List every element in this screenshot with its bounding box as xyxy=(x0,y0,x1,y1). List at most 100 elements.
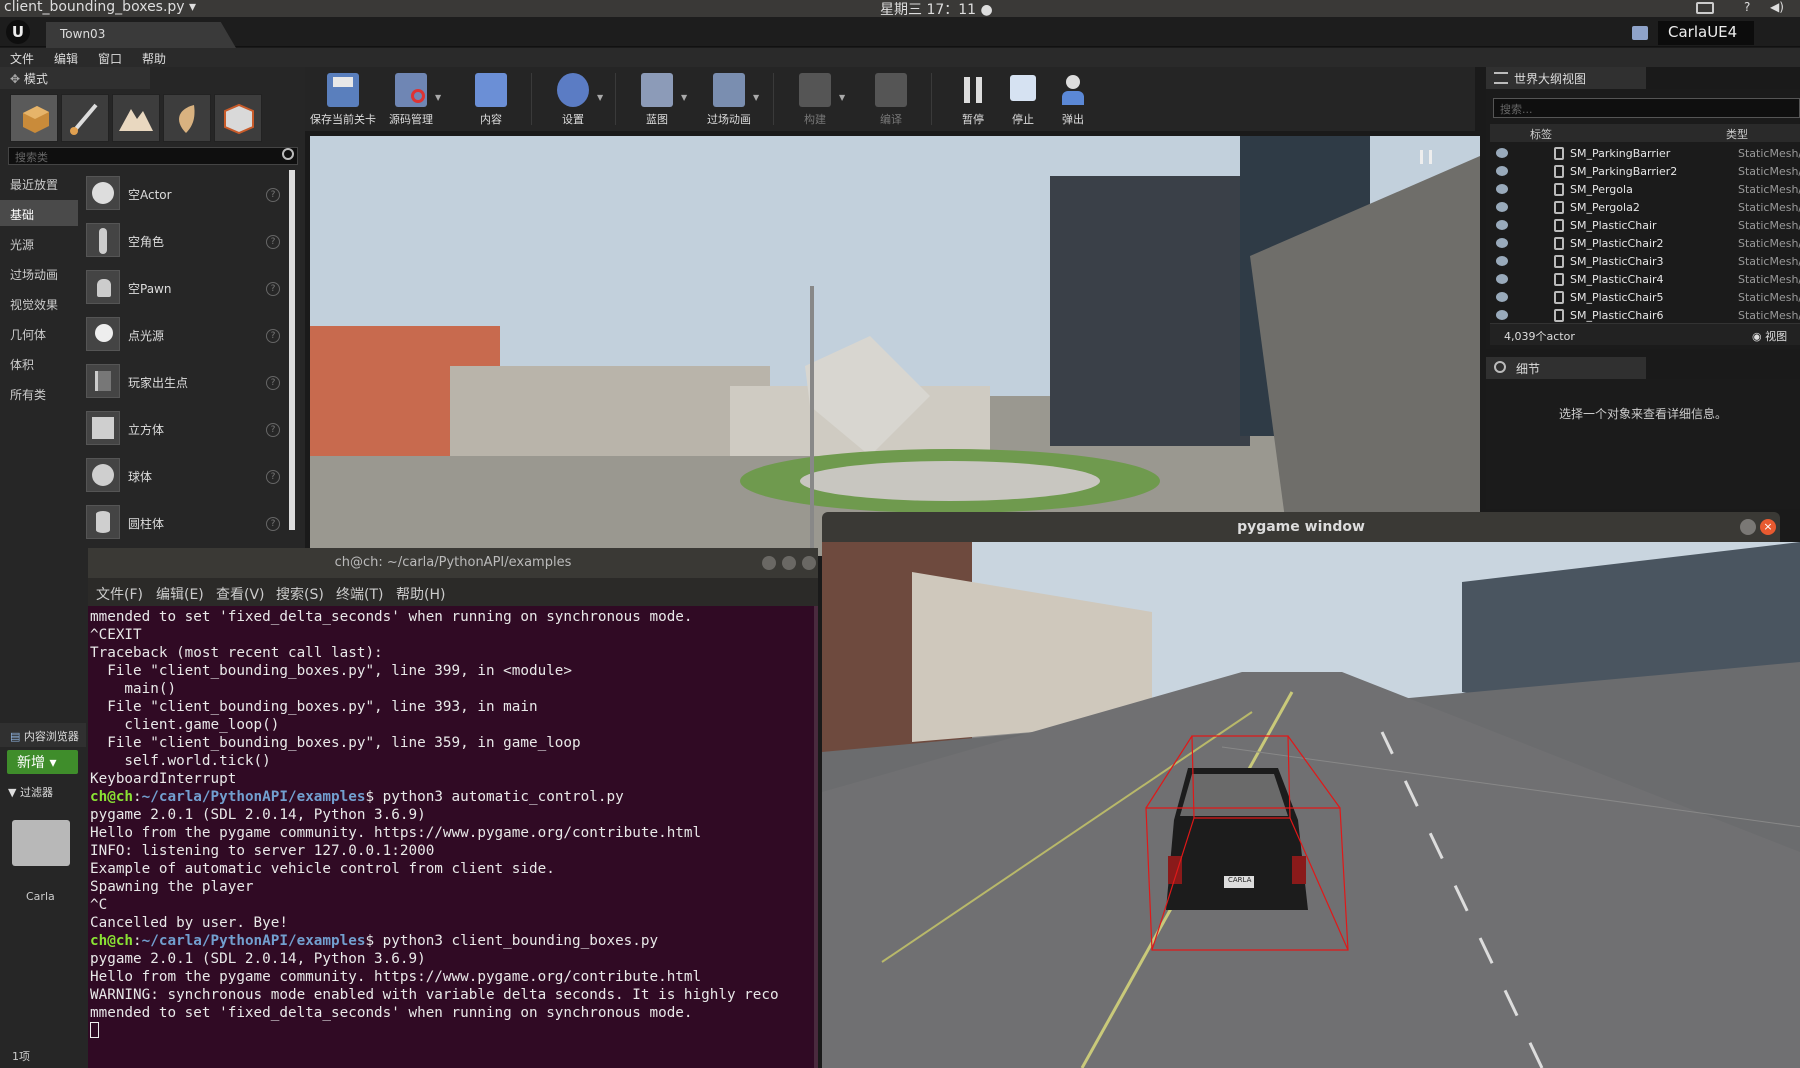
place-mode-button[interactable] xyxy=(10,94,58,142)
category-geometry[interactable]: 几何体 xyxy=(0,320,78,346)
eject-button[interactable]: 弹出 xyxy=(1037,67,1109,131)
place-item-cylinder[interactable]: 圆柱体 ? xyxy=(84,501,284,545)
outliner-row[interactable]: SM_Pergola2 StaticMesh/ xyxy=(1492,199,1800,217)
save-level-button[interactable]: 保存当前关卡 xyxy=(307,67,379,131)
help-icon[interactable]: ? xyxy=(266,376,280,390)
terminal-menu-edit[interactable]: 编辑(E) xyxy=(156,584,204,604)
volume-icon[interactable]: ◀) xyxy=(1770,0,1784,14)
category-basic[interactable]: 基础 xyxy=(0,200,78,226)
place-search-input[interactable]: 搜索类 xyxy=(8,147,298,165)
source-control-icon[interactable] xyxy=(1632,26,1648,40)
menu-edit[interactable]: 编辑 xyxy=(54,50,78,67)
level-viewport[interactable] xyxy=(310,136,1480,556)
compile-button[interactable]: 编译 xyxy=(855,67,927,131)
help-icon[interactable]: ? xyxy=(266,423,280,437)
category-visual-effects[interactable]: 视觉效果 xyxy=(0,290,78,316)
category-cinematic[interactable]: 过场动画 xyxy=(0,260,78,286)
close-icon[interactable]: × xyxy=(1760,519,1776,535)
visibility-eye-icon[interactable] xyxy=(1496,256,1508,266)
terminal-menu-view[interactable]: 查看(V) xyxy=(216,584,265,604)
visibility-eye-icon[interactable] xyxy=(1496,184,1508,194)
outliner-row[interactable]: SM_Pergola StaticMesh/ xyxy=(1492,181,1800,199)
outliner-row[interactable]: SM_ParkingBarrier StaticMesh/ xyxy=(1492,145,1800,163)
settings-button[interactable]: 设置 ▼ xyxy=(537,67,609,131)
outliner-row[interactable]: SM_ParkingBarrier2 StaticMesh/ xyxy=(1492,163,1800,181)
pygame-titlebar[interactable]: pygame window xyxy=(822,512,1780,542)
place-item-player-start[interactable]: 玩家出生点 ? xyxy=(84,360,284,404)
source-control-button[interactable]: 源码管理 ▼ xyxy=(375,67,447,131)
place-item-empty-character[interactable]: 空角色 ? xyxy=(84,219,284,263)
menu-window[interactable]: 窗口 xyxy=(98,50,122,67)
cinematics-button[interactable]: 过场动画 ▼ xyxy=(693,67,765,131)
category-recent[interactable]: 最近放置 xyxy=(0,170,78,196)
visibility-eye-icon[interactable] xyxy=(1496,148,1508,158)
paint-mode-button[interactable] xyxy=(61,94,109,142)
terminal-titlebar[interactable]: ch@ch: ~/carla/PythonAPI/examples xyxy=(88,548,818,578)
place-item-empty-pawn[interactable]: 空Pawn ? xyxy=(84,266,284,310)
terminal-menu-help[interactable]: 帮助(H) xyxy=(396,584,445,604)
geometry-mode-button[interactable] xyxy=(214,94,262,142)
outliner-search-input[interactable]: 搜索... xyxy=(1493,98,1800,118)
help-icon[interactable]: ? xyxy=(1744,0,1750,14)
visibility-eye-icon[interactable] xyxy=(1496,274,1508,284)
column-label-header[interactable]: 标签 xyxy=(1530,126,1552,142)
blueprints-button[interactable]: 蓝图 ▼ xyxy=(621,67,693,131)
category-all-classes[interactable]: 所有类 xyxy=(0,380,78,406)
chevron-down-icon[interactable]: ▼ xyxy=(753,93,759,102)
visibility-eye-icon[interactable] xyxy=(1496,292,1508,302)
terminal-menu-file[interactable]: 文件(F) xyxy=(96,584,143,604)
visibility-eye-icon[interactable] xyxy=(1496,202,1508,212)
category-volumes[interactable]: 体积 xyxy=(0,350,78,376)
close-icon[interactable] xyxy=(802,556,816,570)
visibility-eye-icon[interactable] xyxy=(1496,166,1508,176)
terminal-output[interactable]: mmended to set 'fixed_delta_seconds' whe… xyxy=(90,608,815,1068)
content-button[interactable]: 内容 xyxy=(455,67,527,131)
place-list-scrollbar[interactable] xyxy=(289,170,295,530)
menu-file[interactable]: 文件 xyxy=(10,50,34,67)
content-browser-tab[interactable]: ▤ 内容浏览器 xyxy=(0,723,86,747)
folder-icon[interactable] xyxy=(12,820,70,866)
outliner-row[interactable]: SM_PlasticChair StaticMesh/ xyxy=(1492,217,1800,235)
foliage-mode-button[interactable] xyxy=(163,94,211,142)
maximize-icon[interactable] xyxy=(782,556,796,570)
help-icon[interactable]: ? xyxy=(266,188,280,202)
help-icon[interactable]: ? xyxy=(266,282,280,296)
column-type-header[interactable]: 类型 xyxy=(1726,126,1748,142)
help-icon[interactable]: ? xyxy=(266,517,280,531)
search-icon[interactable] xyxy=(282,148,294,160)
build-button[interactable]: 构建 ▼ xyxy=(779,67,851,131)
filter-button[interactable]: ▼ 过滤器 xyxy=(8,784,53,800)
terminal-scrollbar[interactable] xyxy=(814,606,818,1068)
chevron-down-icon[interactable]: ▼ xyxy=(597,93,603,102)
active-app-title[interactable]: client_bounding_boxes.py ▾ xyxy=(4,0,196,15)
place-item-empty-actor[interactable]: 空Actor ? xyxy=(84,172,284,216)
help-icon[interactable]: ? xyxy=(266,235,280,249)
view-options-button[interactable]: ◉ 视图 xyxy=(1752,328,1787,344)
place-item-sphere[interactable]: 球体 ? xyxy=(84,454,284,498)
place-item-cube[interactable]: 立方体 ? xyxy=(84,407,284,451)
network-icon[interactable] xyxy=(1696,2,1714,14)
outliner-row[interactable]: SM_PlasticChair5 StaticMesh/ xyxy=(1492,289,1800,307)
level-tab[interactable]: Town03 xyxy=(46,22,236,48)
chevron-down-icon[interactable]: ▼ xyxy=(435,93,441,102)
terminal-menu-search[interactable]: 搜索(S) xyxy=(276,584,324,604)
category-lights[interactable]: 光源 xyxy=(0,230,78,256)
chevron-down-icon[interactable]: ▼ xyxy=(681,93,687,102)
chevron-down-icon[interactable]: ▼ xyxy=(839,93,845,102)
minimize-icon[interactable] xyxy=(762,556,776,570)
pause-overlay-icon[interactable] xyxy=(1420,150,1432,164)
modes-tab[interactable]: ✥ 模式 xyxy=(0,67,150,89)
help-icon[interactable]: ? xyxy=(266,329,280,343)
visibility-eye-icon[interactable] xyxy=(1496,310,1508,320)
details-tab[interactable]: 细节 xyxy=(1486,357,1646,379)
landscape-mode-button[interactable] xyxy=(112,94,160,142)
menu-help[interactable]: 帮助 xyxy=(142,50,166,67)
help-icon[interactable]: ? xyxy=(266,470,280,484)
place-item-point-light[interactable]: 点光源 ? xyxy=(84,313,284,357)
outliner-row[interactable]: SM_PlasticChair3 StaticMesh/ xyxy=(1492,253,1800,271)
visibility-eye-icon[interactable] xyxy=(1496,238,1508,248)
minimize-icon[interactable] xyxy=(1740,519,1756,535)
outliner-row[interactable]: SM_PlasticChair4 StaticMesh/ xyxy=(1492,271,1800,289)
world-outliner-tab[interactable]: 世界大纲视图 xyxy=(1486,67,1646,89)
folder-label[interactable]: Carla xyxy=(26,890,55,903)
